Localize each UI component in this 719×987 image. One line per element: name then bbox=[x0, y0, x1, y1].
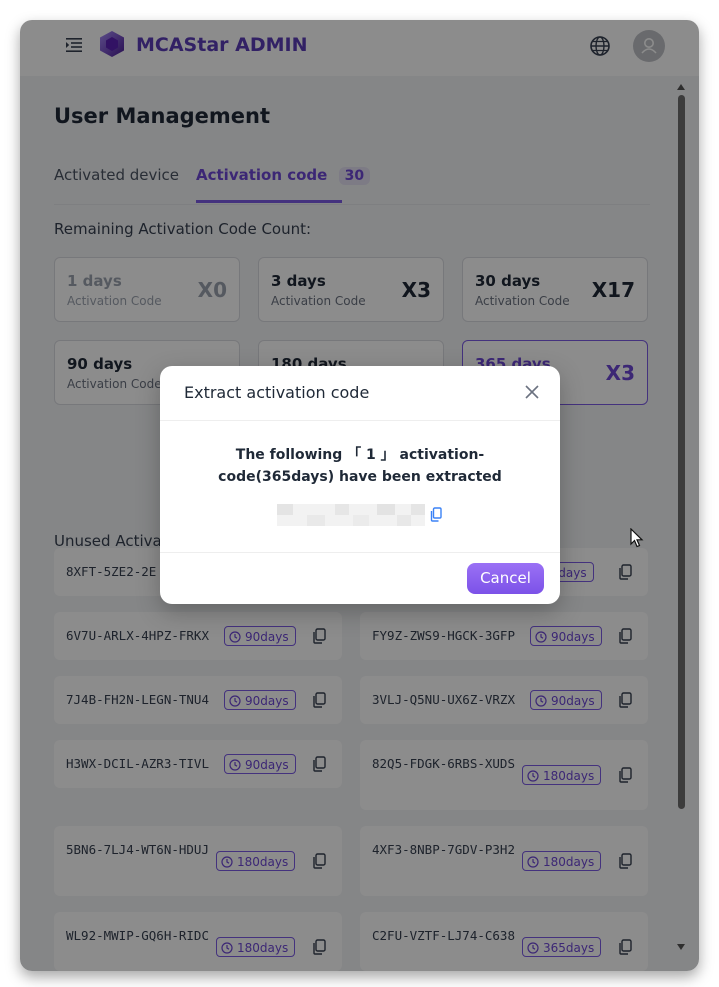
copy-icon[interactable] bbox=[430, 507, 442, 522]
close-icon[interactable] bbox=[524, 384, 540, 400]
extract-code-dialog: Extract activation code The following 「 … bbox=[160, 366, 560, 604]
dialog-footer-divider bbox=[160, 552, 560, 553]
mouse-cursor-icon bbox=[630, 528, 644, 548]
dialog-title: Extract activation code bbox=[184, 383, 370, 402]
dialog-message: The following 「 1 」 activation-code(365d… bbox=[218, 447, 502, 485]
app-window: MCAStar ADMIN User Management Activated … bbox=[20, 20, 699, 971]
cancel-button[interactable]: Cancel bbox=[467, 563, 544, 594]
masked-activation-code bbox=[277, 504, 425, 526]
dialog-divider bbox=[160, 420, 560, 421]
